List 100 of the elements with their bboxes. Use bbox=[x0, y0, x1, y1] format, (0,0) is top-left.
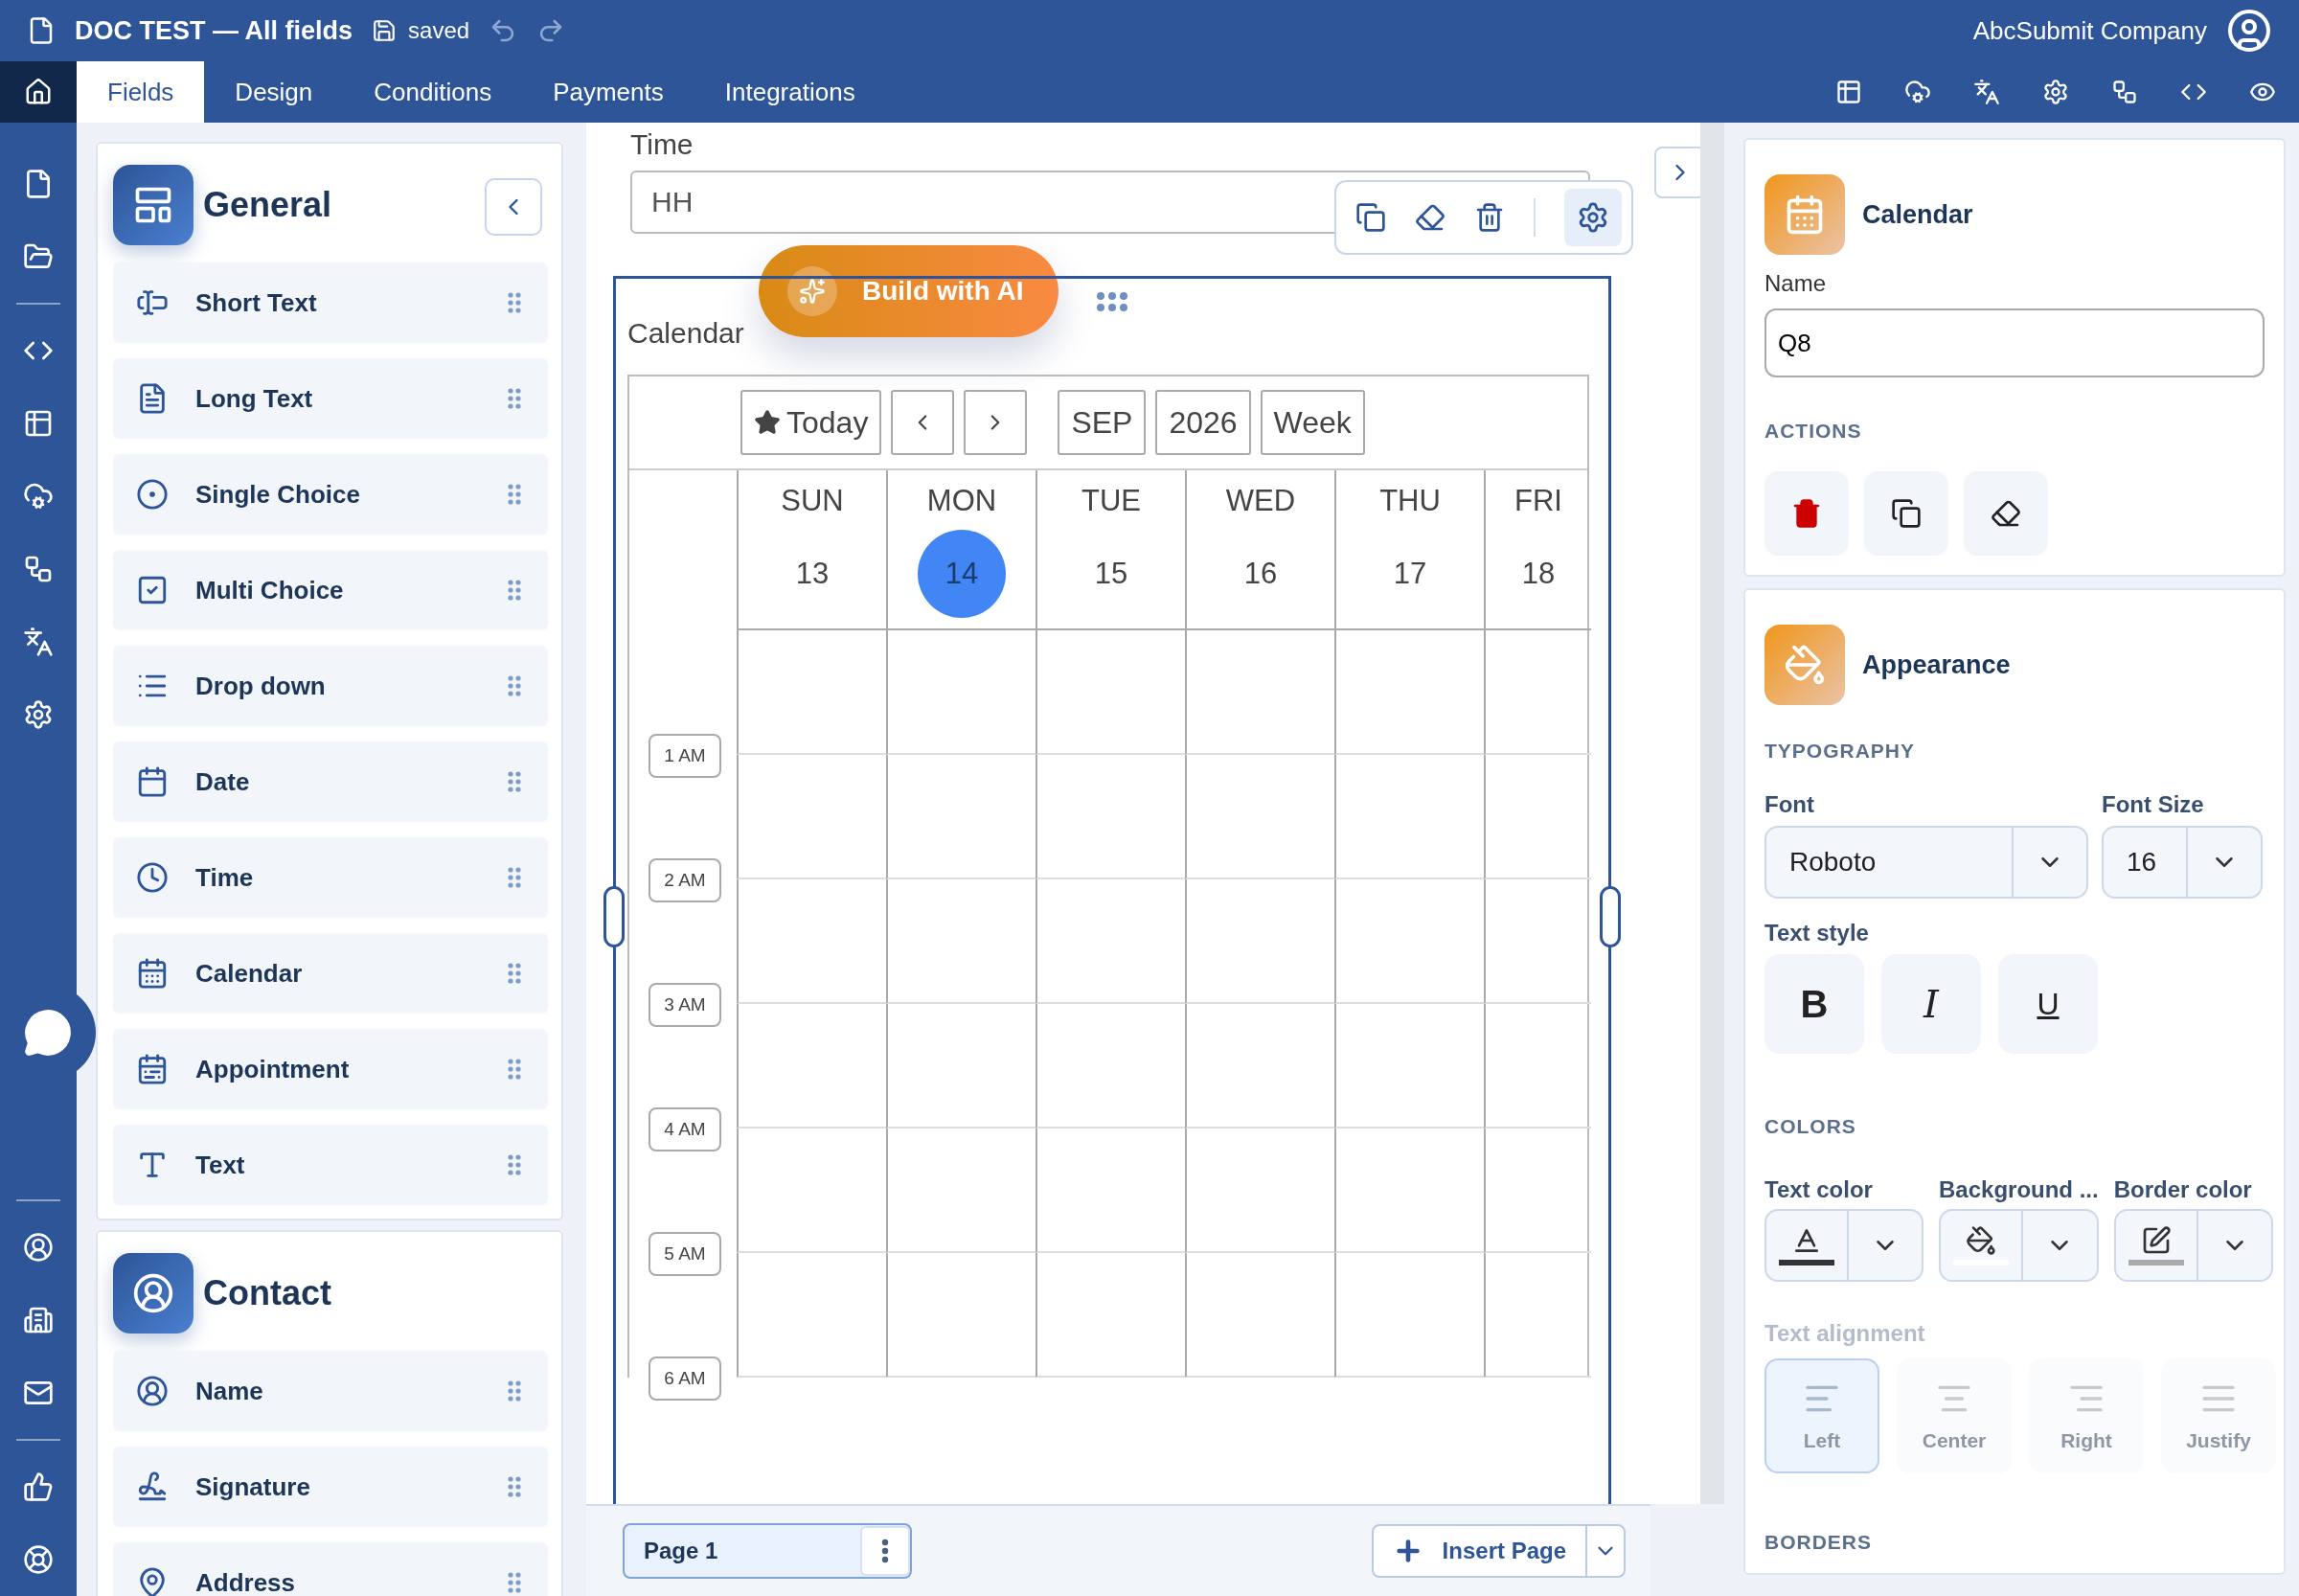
time-slot[interactable] bbox=[737, 1253, 886, 1378]
table-icon[interactable] bbox=[1835, 79, 1862, 105]
time-slot[interactable] bbox=[737, 879, 886, 1004]
building-icon[interactable] bbox=[23, 1305, 54, 1335]
time-slot[interactable] bbox=[886, 1004, 1036, 1129]
field-item[interactable]: Name bbox=[113, 1351, 548, 1431]
time-slot[interactable] bbox=[1036, 1129, 1185, 1253]
time-slot[interactable] bbox=[1185, 1129, 1334, 1253]
tab[interactable]: Fields bbox=[77, 61, 205, 123]
time-slot[interactable] bbox=[1484, 630, 1591, 755]
text-style-button[interactable]: B bbox=[1764, 954, 1864, 1054]
drag-handle-icon[interactable] bbox=[508, 1059, 521, 1080]
settings-icon[interactable] bbox=[2042, 79, 2069, 105]
drag-handle-icon[interactable] bbox=[508, 963, 521, 984]
color-picker[interactable] bbox=[1939, 1209, 2099, 1282]
resize-handle[interactable] bbox=[603, 886, 625, 947]
time-slot[interactable] bbox=[1185, 1253, 1334, 1378]
field-item[interactable]: Appointment bbox=[113, 1029, 548, 1109]
copy-icon[interactable] bbox=[1355, 202, 1386, 233]
font-size-select[interactable]: 16 bbox=[2102, 826, 2263, 899]
time-slot[interactable] bbox=[1484, 755, 1591, 879]
cloud-icon[interactable] bbox=[1904, 79, 1931, 105]
field-item[interactable]: Drop down bbox=[113, 646, 548, 726]
day-date[interactable]: 17 bbox=[1366, 530, 1454, 618]
view-button[interactable]: Week bbox=[1260, 390, 1365, 455]
field-item[interactable]: Short Text bbox=[113, 262, 548, 343]
expand-button[interactable] bbox=[1654, 147, 1700, 198]
resize-handle[interactable] bbox=[1600, 886, 1621, 947]
field-item[interactable]: Time bbox=[113, 837, 548, 918]
day-date[interactable]: 16 bbox=[1217, 530, 1305, 618]
time-slot[interactable] bbox=[886, 630, 1036, 755]
field-item[interactable]: Address bbox=[113, 1542, 548, 1596]
name-field[interactable]: Q8 bbox=[1764, 308, 2265, 377]
drag-handle-icon[interactable] bbox=[508, 1572, 521, 1593]
time-slot[interactable] bbox=[886, 1129, 1036, 1253]
time-slot[interactable] bbox=[886, 1253, 1036, 1378]
color-picker[interactable] bbox=[2113, 1209, 2273, 1282]
drag-handle-icon[interactable] bbox=[508, 484, 521, 505]
page-menu-button[interactable] bbox=[860, 1526, 910, 1576]
page-tab[interactable]: Page 1 bbox=[623, 1523, 912, 1579]
drag-handle-icon[interactable] bbox=[508, 580, 521, 601]
cloud-icon[interactable] bbox=[23, 481, 54, 512]
time-slot[interactable] bbox=[1484, 1129, 1591, 1253]
time-slot[interactable] bbox=[1334, 755, 1484, 879]
drag-handle-icon[interactable] bbox=[508, 1154, 521, 1175]
drag-handle-icon[interactable] bbox=[508, 867, 521, 888]
tab[interactable]: Design bbox=[204, 61, 344, 123]
month-button[interactable]: SEP bbox=[1058, 390, 1147, 455]
year-button[interactable]: 2026 bbox=[1155, 390, 1251, 455]
day-date[interactable]: 13 bbox=[768, 530, 856, 618]
time-slot[interactable] bbox=[1334, 630, 1484, 755]
time-slot[interactable] bbox=[737, 1004, 886, 1129]
home-tab[interactable] bbox=[0, 61, 77, 123]
drag-handle-icon[interactable] bbox=[508, 292, 521, 313]
drag-handle-icon[interactable] bbox=[508, 1476, 521, 1497]
time-slot[interactable] bbox=[1185, 755, 1334, 879]
time-slot[interactable] bbox=[1036, 755, 1185, 879]
time-slot[interactable] bbox=[1334, 1129, 1484, 1253]
day-date[interactable]: 18 bbox=[1494, 530, 1582, 618]
drag-handle-icon[interactable] bbox=[508, 1380, 521, 1402]
field-item[interactable]: Calendar bbox=[113, 933, 548, 1014]
time-slot[interactable] bbox=[1334, 879, 1484, 1004]
drag-handle-icon[interactable] bbox=[508, 771, 521, 792]
time-slot[interactable] bbox=[886, 755, 1036, 879]
thumbs-up-icon[interactable] bbox=[23, 1471, 54, 1502]
time-slot[interactable] bbox=[886, 879, 1036, 1004]
time-slot[interactable] bbox=[1484, 1004, 1591, 1129]
clear-button[interactable] bbox=[1964, 471, 2048, 556]
text-style-button[interactable]: U bbox=[1998, 954, 2098, 1054]
trash-icon[interactable] bbox=[1474, 202, 1505, 233]
flow-icon[interactable] bbox=[23, 554, 54, 584]
time-slot[interactable] bbox=[737, 1129, 886, 1253]
translate-icon[interactable] bbox=[23, 627, 54, 657]
time-slot[interactable] bbox=[1185, 1004, 1334, 1129]
flow-icon[interactable] bbox=[2111, 79, 2138, 105]
time-slot[interactable] bbox=[1036, 879, 1185, 1004]
today-button[interactable]: Today bbox=[740, 390, 882, 455]
scrollbar[interactable] bbox=[1700, 123, 1724, 1504]
text-style-button[interactable]: I bbox=[1881, 954, 1981, 1054]
field-item[interactable]: Multi Choice bbox=[113, 550, 548, 630]
time-slot[interactable] bbox=[1185, 879, 1334, 1004]
font-select[interactable]: Roboto bbox=[1764, 826, 2088, 899]
settings-button[interactable] bbox=[1564, 189, 1622, 246]
delete-button[interactable] bbox=[1764, 471, 1849, 556]
time-slot[interactable] bbox=[1185, 630, 1334, 755]
time-slot[interactable] bbox=[1484, 879, 1591, 1004]
time-slot[interactable] bbox=[1484, 1253, 1591, 1378]
time-slot[interactable] bbox=[1334, 1253, 1484, 1378]
avatar-icon[interactable] bbox=[2226, 8, 2272, 54]
drag-handle-icon[interactable] bbox=[508, 388, 521, 409]
tab[interactable]: Conditions bbox=[343, 61, 523, 123]
drag-handle-icon[interactable] bbox=[508, 675, 521, 696]
settings-icon[interactable] bbox=[23, 699, 54, 730]
lifebuoy-icon[interactable] bbox=[23, 1544, 54, 1575]
time-slot[interactable] bbox=[1334, 1004, 1484, 1129]
table-icon[interactable] bbox=[23, 408, 54, 439]
time-slot[interactable] bbox=[737, 630, 886, 755]
day-date[interactable]: 15 bbox=[1067, 530, 1155, 618]
tab[interactable]: Integrations bbox=[694, 61, 886, 123]
user-icon[interactable] bbox=[23, 1232, 54, 1263]
